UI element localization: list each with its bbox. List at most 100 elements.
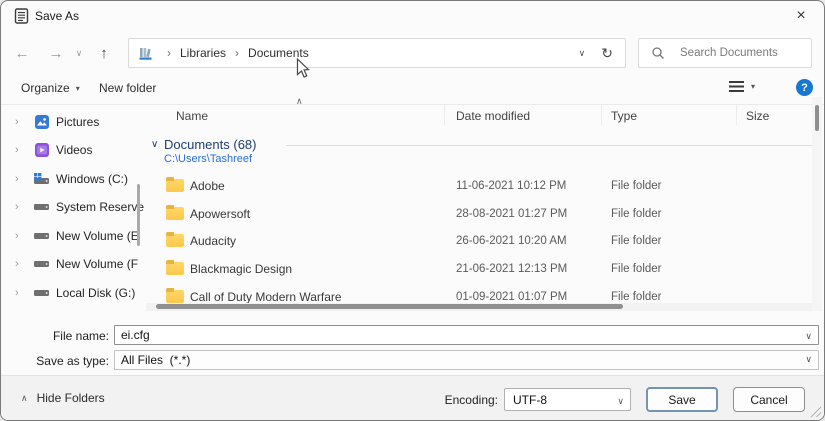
column-header-date-modified[interactable]: Date modified <box>456 109 530 123</box>
sidebar-item-windows-c[interactable]: › Windows (C:) <box>1 165 146 193</box>
drive-icon <box>33 228 50 245</box>
breadcrumb-separator: › <box>228 46 246 60</box>
new-folder-button[interactable]: New folder <box>99 81 156 95</box>
search-placeholder: Search Documents <box>680 47 778 59</box>
column-header-type[interactable]: Type <box>611 109 637 123</box>
back-icon[interactable]: ← <box>11 39 33 67</box>
close-icon[interactable]: × <box>784 3 818 29</box>
file-row-adobe[interactable]: Adobe 11-06-2021 10:12 PM File folder <box>146 172 806 199</box>
titlebar: Save As × <box>1 1 824 31</box>
breadcrumb-libraries[interactable]: Libraries <box>178 46 228 60</box>
organize-button[interactable]: Organize ▾ <box>21 81 80 95</box>
horizontal-scrollbar-thumb[interactable] <box>156 304 623 309</box>
pictures-icon <box>33 114 50 131</box>
sidebar-item-label: New Volume (F <box>56 257 138 271</box>
folder-icon <box>166 234 184 247</box>
notepad-app-icon <box>14 8 29 27</box>
breadcrumb-documents[interactable]: Documents <box>246 46 311 60</box>
hide-folders-button[interactable]: ∧ Hide Folders <box>21 391 105 405</box>
sidebar-item-new-volume-f[interactable]: › New Volume (F <box>1 250 146 278</box>
sidebar-item-label: System Reserve <box>56 200 144 214</box>
file-name-cell: Call of Duty Modern Warfare <box>190 290 342 304</box>
save-as-type-select[interactable]: All Files (*.*) ∨ <box>114 350 819 370</box>
save-as-type-label: Save as type: <box>1 354 109 368</box>
encoding-label: Encoding: <box>416 393 498 407</box>
column-separator <box>444 105 445 125</box>
column-separator <box>601 105 602 125</box>
up-icon[interactable]: ↑ <box>93 39 115 67</box>
forward-icon[interactable]: → <box>45 39 67 67</box>
sort-ascending-icon: ∧ <box>296 96 303 107</box>
sidebar-item-pictures[interactable]: › Pictures <box>1 108 146 136</box>
drive-icon <box>33 199 50 216</box>
file-date-cell: 01-09-2021 01:07 PM <box>456 291 567 303</box>
save-as-type-chevron-icon: ∨ <box>805 354 812 365</box>
file-name-label: File name: <box>1 329 109 343</box>
file-type-cell: File folder <box>611 235 662 247</box>
resize-grip[interactable] <box>810 406 821 417</box>
file-row-blackmagic-design[interactable]: Blackmagic Design 21-06-2021 12:13 PM Fi… <box>146 255 806 282</box>
file-row-apowersoft[interactable]: Apowersoft 28-08-2021 01:27 PM File fold… <box>146 200 806 227</box>
folder-icon <box>166 290 184 303</box>
file-date-cell: 11-06-2021 10:12 PM <box>456 180 566 192</box>
change-view-button[interactable]: ▾ <box>729 81 755 92</box>
sidebar-item-new-volume-e[interactable]: › New Volume (E <box>1 222 146 250</box>
expand-chevron-icon[interactable]: › <box>15 230 33 242</box>
expand-chevron-icon[interactable]: › <box>15 116 33 128</box>
search-input[interactable]: Search Documents <box>638 38 812 68</box>
refresh-icon[interactable]: ↻ <box>599 45 625 62</box>
save-as-dialog: Save As × ← → ∨ ↑ › Libraries › Document… <box>0 0 825 421</box>
address-bar[interactable]: › Libraries › Documents ∨ ↻ <box>128 38 626 68</box>
file-row-audacity[interactable]: Audacity 26-06-2021 10:20 AM File folder <box>146 227 806 254</box>
expand-chevron-icon[interactable]: › <box>15 144 33 156</box>
file-name-dropdown-chevron-icon[interactable]: ∨ <box>805 331 812 342</box>
help-icon[interactable]: ? <box>796 79 813 96</box>
folder-tree-sidebar: › Pictures › Videos › <box>1 105 146 317</box>
save-button[interactable]: Save <box>646 387 718 412</box>
file-name-input[interactable] <box>114 325 819 345</box>
recent-locations-chevron-icon[interactable]: ∨ <box>71 39 87 67</box>
file-date-cell: 28-08-2021 01:27 PM <box>456 208 567 220</box>
drive-icon <box>33 285 50 302</box>
search-icon <box>649 45 666 62</box>
expand-chevron-icon[interactable]: › <box>15 287 33 299</box>
folder-icon <box>166 262 184 275</box>
sidebar-item-label: Local Disk (G:) <box>56 286 135 300</box>
group-header-documents[interactable]: ∨ Documents (68) <box>146 137 825 153</box>
horizontal-scrollbar[interactable] <box>146 303 812 311</box>
hide-folders-caret-icon: ∧ <box>21 393 28 404</box>
vertical-scrollbar-thumb[interactable] <box>815 105 819 131</box>
view-caret-icon: ▾ <box>751 82 755 91</box>
drive-icon <box>33 256 50 273</box>
save-as-type-value: All Files (*.*) <box>121 353 190 367</box>
folder-icon <box>166 207 184 220</box>
window-title: Save As <box>35 9 79 23</box>
sidebar-item-system-reserved[interactable]: › System Reserve <box>1 193 146 221</box>
encoding-select[interactable]: UTF-8 ∨ <box>504 388 631 411</box>
vertical-scrollbar[interactable] <box>812 97 822 311</box>
file-name-cell: Audacity <box>190 234 236 248</box>
sidebar-item-local-disk-g[interactable]: › Local Disk (G:) <box>1 279 146 307</box>
encoding-value: UTF-8 <box>513 393 547 407</box>
expand-chevron-icon[interactable]: › <box>15 258 33 270</box>
expand-chevron-icon[interactable]: › <box>15 201 33 213</box>
sidebar-item-videos[interactable]: › Videos <box>1 136 146 164</box>
column-header-name[interactable]: Name <box>176 109 208 123</box>
group-divider <box>286 145 812 146</box>
file-name-cell: Apowersoft <box>190 207 250 221</box>
hide-folders-label: Hide Folders <box>37 391 105 405</box>
sidebar-item-label: Windows (C:) <box>56 172 128 186</box>
cancel-button[interactable]: Cancel <box>733 387 805 412</box>
sidebar-item-label: Pictures <box>56 115 99 129</box>
file-type-cell: File folder <box>611 208 662 220</box>
breadcrumb-separator: › <box>160 46 178 60</box>
file-type-cell: File folder <box>611 291 662 303</box>
expand-chevron-icon[interactable]: › <box>15 173 33 185</box>
file-name-cell: Adobe <box>190 179 225 193</box>
address-dropdown-chevron-icon[interactable]: ∨ <box>565 48 600 59</box>
sidebar-scrollbar[interactable] <box>137 184 140 246</box>
group-collapse-chevron-icon[interactable]: ∨ <box>151 139 158 150</box>
dialog-footer: ∧ Hide Folders Encoding: UTF-8 ∨ Save Ca… <box>1 375 824 420</box>
organize-label: Organize <box>21 81 70 95</box>
column-header-size[interactable]: Size <box>746 109 769 123</box>
